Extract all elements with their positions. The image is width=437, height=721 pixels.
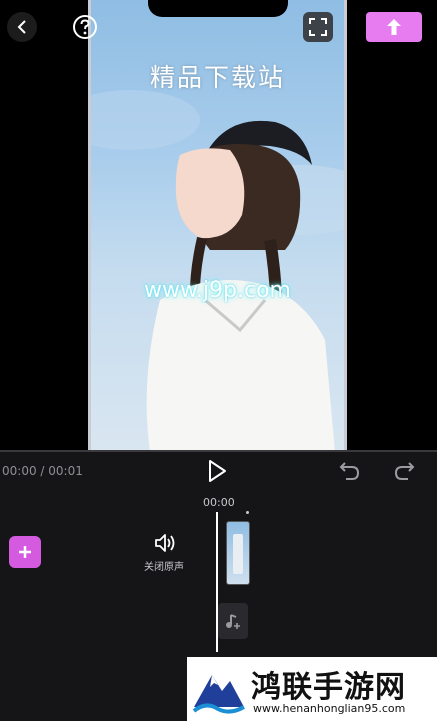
undo-button[interactable] (338, 459, 362, 483)
speaker-icon (155, 534, 175, 552)
fullscreen-button[interactable] (303, 12, 333, 42)
back-button[interactable] (7, 12, 37, 42)
plus-icon (19, 546, 31, 558)
redo-button[interactable] (392, 459, 416, 483)
upload-arrow-icon (387, 19, 401, 35)
clip-preview (233, 534, 243, 574)
undo-icon (339, 462, 360, 480)
video-preview-frame: 精品下载站 www.j9p.com (90, 0, 345, 452)
help-button[interactable] (70, 12, 100, 42)
add-music-button[interactable] (218, 603, 248, 639)
site-watermark-banner: 鸿联手游网 www.henanhonglian95.com (187, 657, 437, 721)
mute-original-audio-label: 关闭原声 (144, 562, 184, 573)
play-icon (209, 460, 226, 482)
watermark-title: 精品下载站 (149, 63, 285, 92)
mute-original-audio-button[interactable]: 关闭原声 (138, 532, 190, 576)
panel-divider (0, 450, 437, 452)
redo-icon (394, 462, 415, 480)
fullscreen-icon (309, 18, 327, 36)
video-clip-thumbnail[interactable] (226, 521, 250, 585)
help-circle-icon (73, 15, 97, 39)
watermark-url: www.j9p.com (143, 278, 291, 303)
music-note-icon (226, 614, 240, 629)
site-title: 鸿联手游网 (251, 670, 406, 705)
site-logo (192, 675, 245, 714)
phone-frame-left (88, 0, 91, 452)
timeline-ruler-tick (246, 511, 249, 514)
add-clip-button[interactable] (9, 536, 41, 568)
time-display: 00:00 / 00:01 (2, 464, 83, 478)
site-url: www.henanhonglian95.com (253, 702, 406, 715)
phone-frame-right (344, 0, 347, 452)
chevron-left-icon (17, 20, 26, 34)
timeline-ruler-time: 00:00 (203, 496, 235, 509)
phone-notch (148, 0, 288, 17)
play-button[interactable] (204, 458, 230, 484)
export-button[interactable] (366, 12, 422, 42)
